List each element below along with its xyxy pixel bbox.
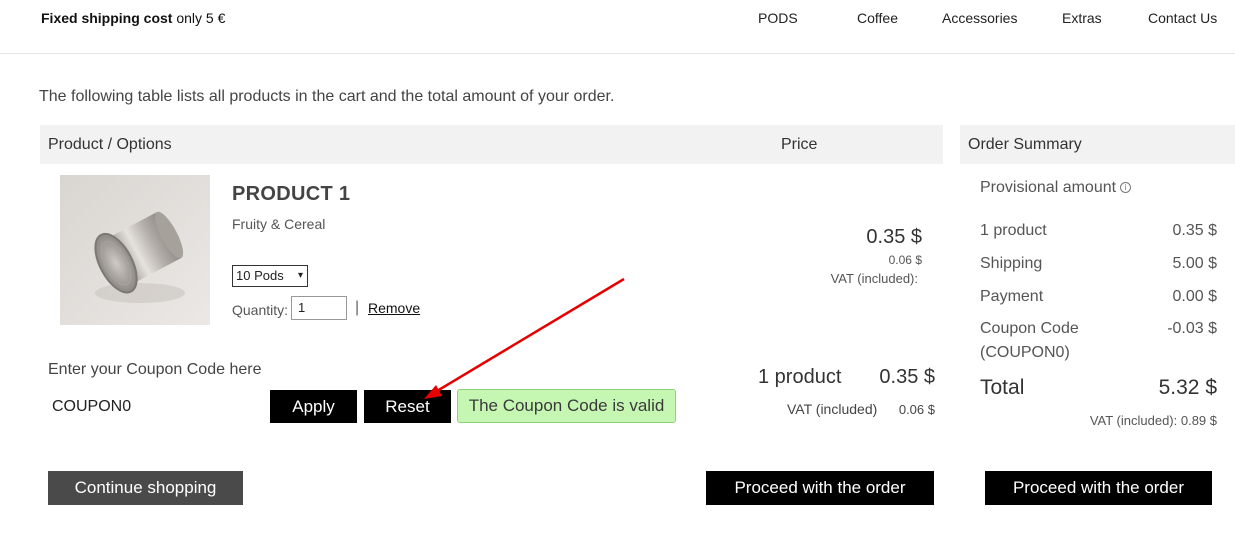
coupon-input[interactable]: COUPON0 — [52, 398, 131, 416]
summary-row-payment-value: 0.00 $ — [1172, 288, 1217, 305]
cart-total: 0.35 $ — [879, 366, 935, 388]
coupon-status-badge: The Coupon Code is valid — [457, 389, 676, 423]
summary-row-shipping-value: 5.00 $ — [1172, 255, 1217, 272]
cart-vat-value: 0.06 $ — [898, 402, 935, 417]
product-image[interactable] — [60, 175, 210, 325]
remove-link[interactable]: Remove — [368, 300, 420, 316]
cart-vat-label: VAT (included) — [787, 401, 878, 417]
provisional-amount-label: Provisional amount i — [980, 179, 1132, 197]
cart-product-count: 1 product — [758, 366, 842, 388]
top-bar: Fixed shipping cost only 5 € PODS Coffee… — [0, 0, 1235, 54]
apply-coupon-button[interactable]: Apply — [270, 390, 357, 423]
promo-text: only 5 € — [172, 10, 226, 26]
shipping-promo: Fixed shipping cost only 5 € — [41, 10, 225, 26]
continue-shopping-button[interactable]: Continue shopping — [48, 471, 243, 505]
product-subtitle: Fruity & Cereal — [232, 216, 326, 232]
nav-contact-us[interactable]: Contact Us — [1148, 10, 1217, 26]
product-vat-value: 0.06 $ — [888, 253, 922, 267]
chevron-down-icon: ▾ — [297, 270, 303, 281]
nav-coffee[interactable]: Coffee — [857, 10, 898, 26]
order-summary-title: Order Summary — [968, 136, 1082, 153]
product-vat-label: VAT (included): — [830, 271, 918, 286]
coffee-pod-image — [60, 175, 210, 325]
cart-intro-text: The following table lists all products i… — [39, 88, 615, 105]
reset-coupon-button[interactable]: Reset — [364, 390, 451, 423]
quantity-input[interactable]: 1 — [291, 296, 347, 320]
summary-row-coupon-code: (COUPON0) — [980, 344, 1070, 361]
summary-total-label: Total — [980, 376, 1025, 399]
variant-selected-value: 10 Pods — [236, 268, 284, 283]
proceed-order-button-summary[interactable]: Proceed with the order — [985, 471, 1212, 505]
summary-row-payment-label: Payment — [980, 288, 1044, 305]
product-price: 0.35 $ — [866, 226, 922, 248]
promo-bold-text: Fixed shipping cost — [41, 10, 173, 26]
summary-row-shipping-label: Shipping — [980, 255, 1043, 272]
quantity-label: Quantity: — [232, 302, 289, 318]
provisional-amount-text: Provisional amount — [980, 179, 1117, 196]
product-name[interactable]: PRODUCT 1 — [232, 183, 350, 206]
summary-total-value: 5.32 $ — [1158, 376, 1217, 399]
order-summary-header: Order Summary — [960, 125, 1235, 164]
info-icon[interactable]: i — [1120, 182, 1132, 194]
summary-row-coupon-value: -0.03 $ — [1167, 320, 1217, 337]
proceed-order-button[interactable]: Proceed with the order — [706, 471, 934, 505]
cart-table-header: Product / Options Price — [40, 125, 943, 164]
variant-select[interactable]: 10 Pods ▾ — [232, 265, 308, 287]
column-product: Product / Options — [48, 136, 172, 153]
summary-vat: VAT (included): 0.89 $ — [1089, 413, 1217, 428]
summary-row-coupon-label: Coupon Code — [980, 320, 1079, 337]
nav-accessories[interactable]: Accessories — [942, 10, 1017, 26]
coupon-label: Enter your Coupon Code here — [48, 361, 262, 378]
nav-pods[interactable]: PODS — [758, 10, 798, 26]
separator: | — [355, 299, 360, 316]
column-price: Price — [781, 136, 818, 153]
summary-row-products-value: 0.35 $ — [1172, 222, 1217, 239]
nav-extras[interactable]: Extras — [1062, 10, 1102, 26]
summary-row-products-label: 1 product — [980, 222, 1047, 239]
